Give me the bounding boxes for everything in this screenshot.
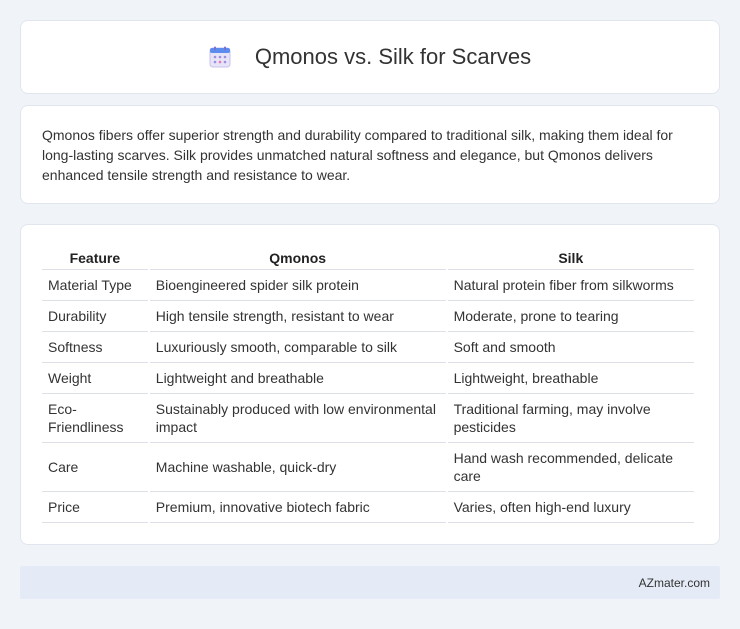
comparison-table: Feature Qmonos Silk Material Type Bioeng… [40,247,696,523]
qmonos-cell: High tensile strength, resistant to wear [149,301,446,332]
header-qmonos: Qmonos [149,247,446,270]
silk-cell: Lightweight, breathable [447,363,694,394]
feature-cell: Care [42,443,148,492]
table-row: Eco-Friendliness Sustainably produced wi… [42,394,694,443]
silk-cell: Moderate, prone to tearing [447,301,694,332]
header-feature: Feature [42,247,148,270]
table-row: Material Type Bioengineered spider silk … [42,270,694,301]
header-card: Qmonos vs. Silk for Scarves [20,20,720,94]
table-header-row: Feature Qmonos Silk [42,247,694,270]
calendar-icon [209,46,231,68]
silk-cell: Traditional farming, may involve pestici… [447,394,694,443]
qmonos-cell: Luxuriously smooth, comparable to silk [149,332,446,363]
summary-text: Qmonos fibers offer superior strength an… [42,127,673,183]
feature-cell: Material Type [42,270,148,301]
silk-cell: Soft and smooth [447,332,694,363]
qmonos-cell: Machine washable, quick-dry [149,443,446,492]
footer-brand[interactable]: AZmater.com [639,576,710,590]
table-row: Durability High tensile strength, resist… [42,301,694,332]
feature-cell: Durability [42,301,148,332]
footer-bar: AZmater.com [20,566,720,599]
qmonos-cell: Premium, innovative biotech fabric [149,492,446,523]
qmonos-cell: Sustainably produced with low environmen… [149,394,446,443]
feature-cell: Eco-Friendliness [42,394,148,443]
table-row: Price Premium, innovative biotech fabric… [42,492,694,523]
header-content: Qmonos vs. Silk for Scarves [209,44,531,70]
qmonos-cell: Bioengineered spider silk protein [149,270,446,301]
silk-cell: Varies, often high-end luxury [447,492,694,523]
comparison-table-card: Feature Qmonos Silk Material Type Bioeng… [20,224,720,545]
qmonos-cell: Lightweight and breathable [149,363,446,394]
table-row: Softness Luxuriously smooth, comparable … [42,332,694,363]
page-title: Qmonos vs. Silk for Scarves [254,44,532,69]
feature-cell: Softness [42,332,148,363]
feature-cell: Weight [42,363,148,394]
silk-cell: Hand wash recommended, delicate care [447,443,694,492]
table-row: Care Machine washable, quick-dry Hand wa… [42,443,694,492]
table-row: Weight Lightweight and breathable Lightw… [42,363,694,394]
summary-card: Qmonos fibers offer superior strength an… [20,105,720,204]
silk-cell: Natural protein fiber from silkworms [447,270,694,301]
header-silk: Silk [447,247,694,270]
feature-cell: Price [42,492,148,523]
